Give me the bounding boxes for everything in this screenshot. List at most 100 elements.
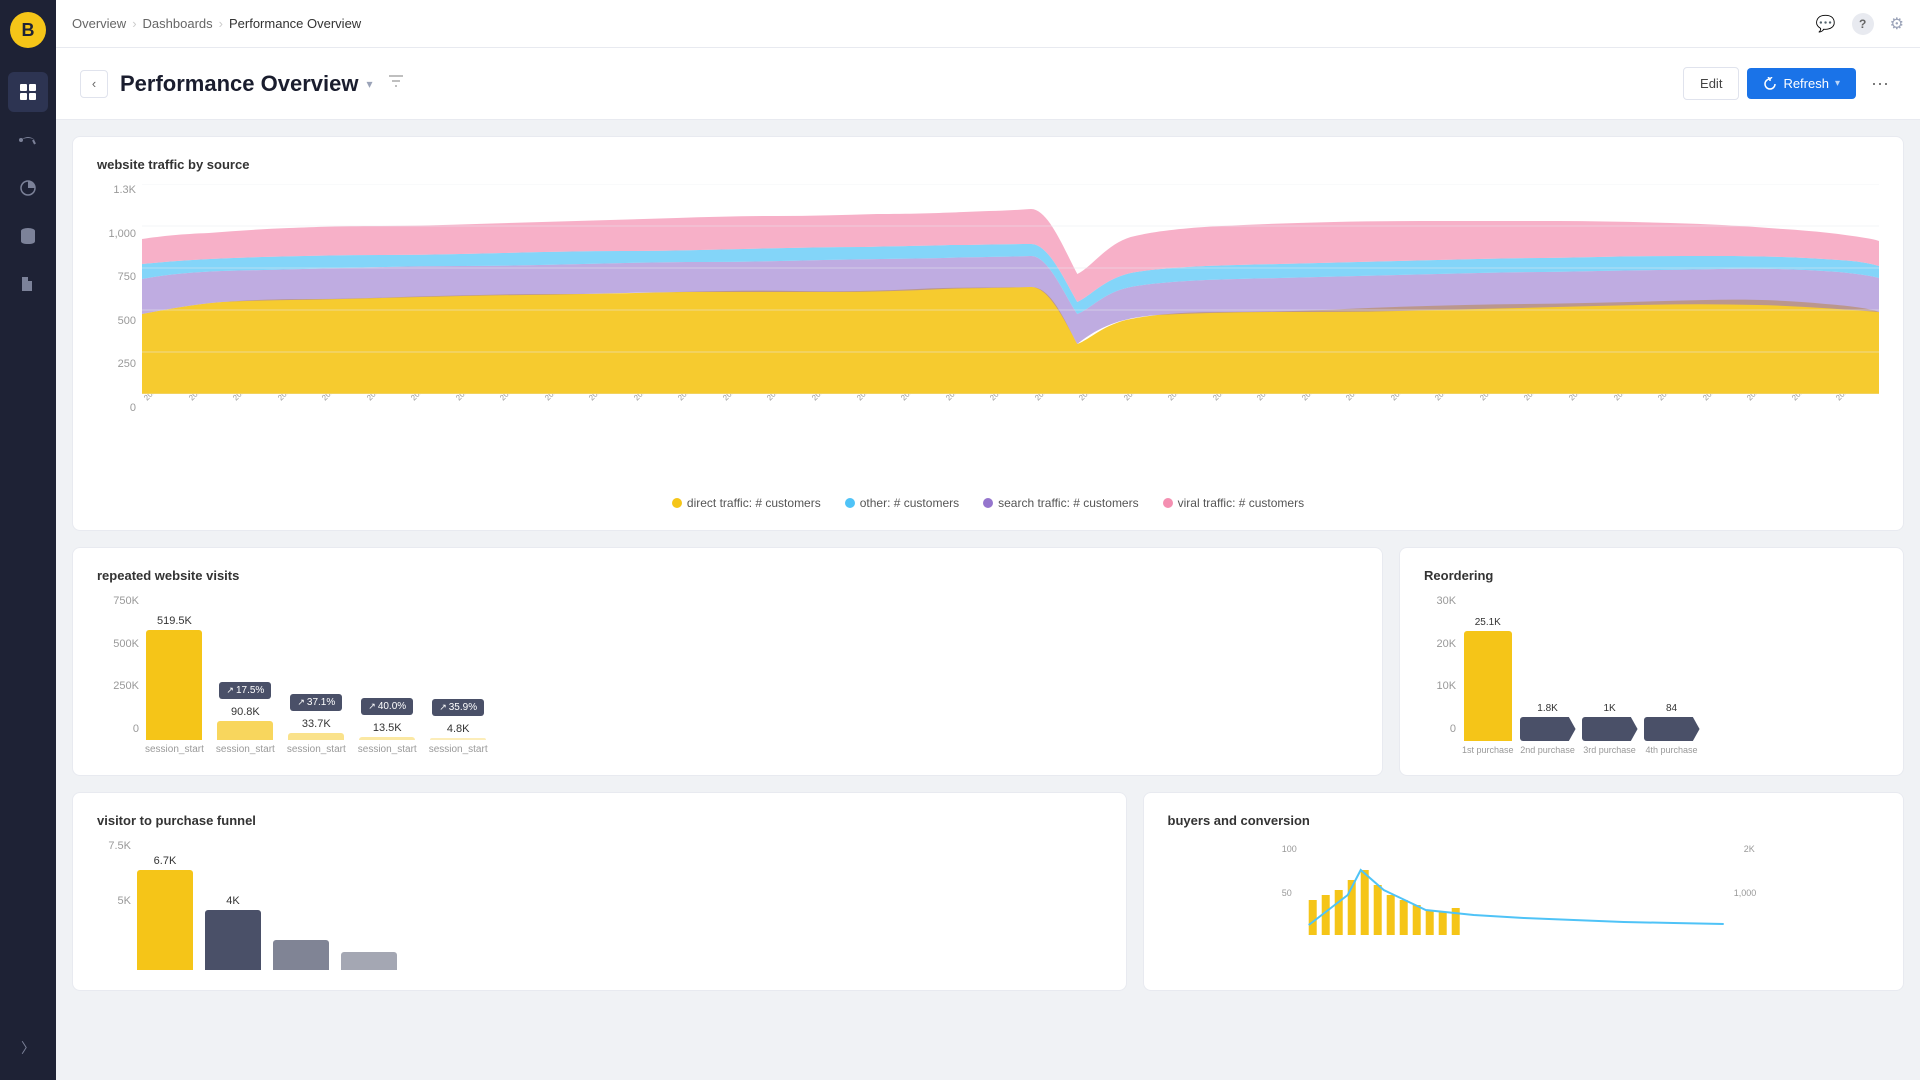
bar-value-2: 90.8K bbox=[231, 706, 260, 718]
bar-group-1: 519.5K session_start bbox=[145, 615, 204, 755]
legend-search: search traffic: # customers bbox=[983, 496, 1139, 510]
settings-icon[interactable]: ⚙ bbox=[1890, 14, 1904, 34]
breadcrumb-current: Performance Overview bbox=[229, 16, 361, 31]
bar-2 bbox=[217, 721, 273, 740]
help-icon[interactable]: ? bbox=[1852, 13, 1874, 35]
repeated-visits-bars: 519.5K session_start ↗17.5% 90.8K sessio… bbox=[145, 595, 1358, 755]
bar-arrow-3: ↗37.1% bbox=[290, 694, 342, 711]
visitor-bar-3 bbox=[273, 940, 329, 970]
nav-item-files[interactable] bbox=[8, 264, 48, 304]
nav-item-data[interactable] bbox=[8, 216, 48, 256]
nav-expand-button[interactable]: 〉 bbox=[8, 1028, 48, 1068]
reordering-chart: 30K20K10K0 25.1K 1st purchase 1.8K bbox=[1424, 595, 1879, 755]
svg-text:2K: 2K bbox=[1743, 844, 1754, 854]
repeated-visits-card: repeated website visits 750K500K250K0 51… bbox=[72, 547, 1383, 776]
legend-other: other: # customers bbox=[845, 496, 959, 510]
edit-button[interactable]: Edit bbox=[1683, 67, 1739, 100]
legend-direct: direct traffic: # customers bbox=[672, 496, 821, 510]
bar-4 bbox=[359, 737, 415, 740]
legend-dot-other bbox=[845, 498, 855, 508]
bar-label-1: session_start bbox=[145, 744, 204, 755]
legend-dot-search bbox=[983, 498, 993, 508]
reordering-y-labels: 30K20K10K0 bbox=[1424, 595, 1462, 735]
buyers-card: buyers and conversion 100 50 2K 1,000 bbox=[1143, 792, 1904, 991]
visitor-y-labels: 7.5K5K bbox=[97, 840, 137, 950]
more-options-button[interactable]: ··· bbox=[1864, 68, 1896, 100]
bar-value-1: 519.5K bbox=[157, 615, 192, 627]
legend-label-other: other: # customers bbox=[860, 496, 959, 510]
bar-value-5: 4.8K bbox=[447, 723, 470, 735]
reorder-lbl-4: 4th purchase bbox=[1646, 745, 1698, 755]
reorder-arrow-4 bbox=[1644, 717, 1700, 741]
reorder-lbl-2: 2nd purchase bbox=[1520, 745, 1575, 755]
visitor-bar-d bbox=[205, 910, 261, 970]
content-area: website traffic by source 1.3K1,00075050… bbox=[56, 120, 1920, 1080]
reorder-lbl-3: 3rd purchase bbox=[1583, 745, 1636, 755]
breadcrumb-dashboards[interactable]: Dashboards bbox=[143, 16, 213, 31]
bar-5 bbox=[430, 738, 486, 740]
reorder-bar-2: 1.8K 2nd purchase bbox=[1520, 703, 1576, 755]
repeated-visits-title: repeated website visits bbox=[97, 568, 1358, 583]
visitor-bar-val2: 4K bbox=[226, 895, 239, 907]
bar-label-5: session_start bbox=[429, 744, 488, 755]
refresh-label: Refresh bbox=[1783, 76, 1829, 91]
bar-label-3: session_start bbox=[287, 744, 346, 755]
traffic-chart-area: 1.3K1,0007505002500 bbox=[97, 184, 1879, 444]
bar-group-2: ↗17.5% 90.8K session_start bbox=[216, 706, 275, 755]
nav-item-analytics[interactable] bbox=[8, 168, 48, 208]
bar-value-4: 13.5K bbox=[373, 722, 402, 734]
topbar: Overview › Dashboards › Performance Over… bbox=[56, 0, 1920, 48]
main-area: Overview › Dashboards › Performance Over… bbox=[56, 0, 1920, 1080]
visitor-funnel-chart: 7.5K5K 6.7K 4K bbox=[97, 840, 1102, 970]
reordering-card: Reordering 30K20K10K0 25.1K 1st purchase bbox=[1399, 547, 1904, 776]
bar-value-3: 33.7K bbox=[302, 718, 331, 730]
svg-text:100: 100 bbox=[1281, 844, 1296, 854]
visitor-bar-4 bbox=[341, 952, 397, 970]
nav-item-campaigns[interactable] bbox=[8, 120, 48, 160]
legend-label-search: search traffic: # customers bbox=[998, 496, 1139, 510]
legend-dot-direct bbox=[672, 498, 682, 508]
reorder-bar-1: 25.1K 1st purchase bbox=[1462, 617, 1514, 755]
reorder-val-4: 84 bbox=[1666, 703, 1677, 714]
bar-arrow-2: ↗17.5% bbox=[219, 682, 271, 699]
filter-icon[interactable] bbox=[387, 72, 405, 95]
breadcrumb-sep1: › bbox=[132, 16, 136, 31]
dashboard-header: ‹ Performance Overview ▾ Edit Refresh ▾ … bbox=[56, 48, 1920, 120]
back-button[interactable]: ‹ bbox=[80, 70, 108, 98]
bar-group-4: ↗40.0% 13.5K session_start bbox=[358, 722, 417, 755]
legend-dot-viral bbox=[1163, 498, 1173, 508]
visitor-bar-dark: 4K bbox=[205, 895, 261, 970]
chart-legend: direct traffic: # customers other: # cus… bbox=[97, 496, 1879, 510]
bar-label-2: session_start bbox=[216, 744, 275, 755]
visitor-bar-val: 6.7K bbox=[154, 855, 177, 867]
reorder-val-2: 1.8K bbox=[1537, 703, 1558, 714]
buyers-chart: 100 50 2K 1,000 bbox=[1168, 840, 1879, 940]
bar-yellow-1 bbox=[146, 630, 202, 740]
reorder-arrow-3 bbox=[1582, 717, 1638, 741]
header-actions: Edit Refresh ▾ ··· bbox=[1683, 67, 1896, 100]
breadcrumb-sep2: › bbox=[219, 16, 223, 31]
chat-icon[interactable]: 💬 bbox=[1816, 14, 1836, 34]
topbar-icons: 💬 ? ⚙ bbox=[1816, 13, 1904, 35]
bar-arrow-4: ↗40.0% bbox=[361, 698, 413, 715]
title-dropdown-icon[interactable]: ▾ bbox=[366, 77, 372, 91]
bar-group-3: ↗37.1% 33.7K session_start bbox=[287, 718, 346, 755]
reorder-arrow-2 bbox=[1520, 717, 1576, 741]
visitor-bar-3-bar bbox=[273, 940, 329, 970]
chart-y-labels: 1.3K1,0007505002500 bbox=[97, 184, 142, 414]
left-navigation: B 〉 bbox=[0, 0, 56, 1080]
middle-row: repeated website visits 750K500K250K0 51… bbox=[72, 547, 1904, 776]
repeated-visits-y-labels: 750K500K250K0 bbox=[97, 595, 145, 735]
reorder-lbl-1: 1st purchase bbox=[1462, 745, 1514, 755]
breadcrumb-overview[interactable]: Overview bbox=[72, 16, 126, 31]
reorder-val-3: 1K bbox=[1603, 703, 1615, 714]
bar-label-4: session_start bbox=[358, 744, 417, 755]
visitor-bars: 6.7K 4K bbox=[137, 840, 1102, 970]
refresh-button[interactable]: Refresh ▾ bbox=[1747, 68, 1856, 99]
bar-group-5: ↗35.9% 4.8K session_start bbox=[429, 723, 488, 755]
svg-text:1,000: 1,000 bbox=[1733, 888, 1756, 898]
reordering-bars: 25.1K 1st purchase 1.8K 2nd purchase bbox=[1462, 595, 1879, 755]
nav-item-dashboard[interactable] bbox=[8, 72, 48, 112]
visitor-bar-y bbox=[137, 870, 193, 970]
buyers-title: buyers and conversion bbox=[1168, 813, 1879, 828]
